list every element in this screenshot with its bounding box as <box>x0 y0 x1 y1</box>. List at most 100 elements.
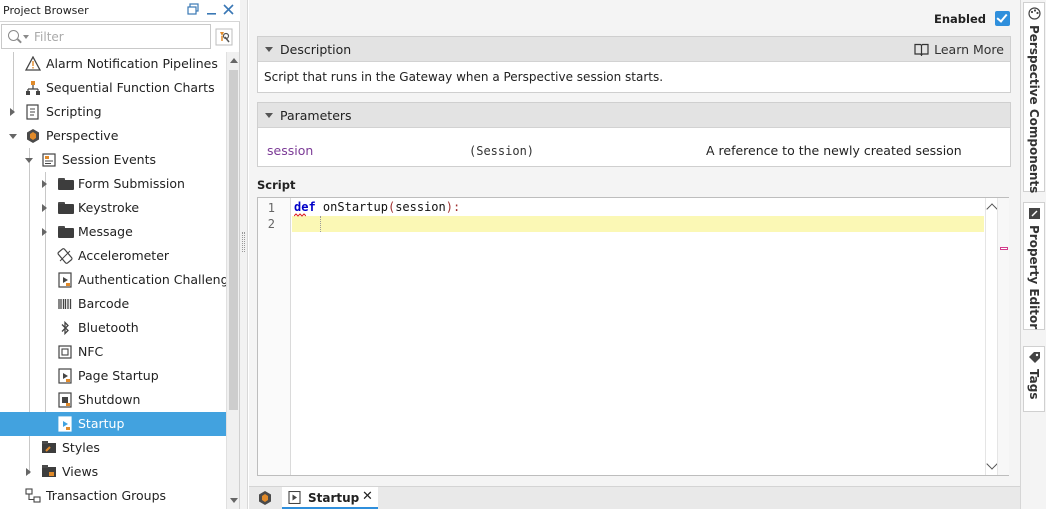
filter-field[interactable] <box>1 24 211 49</box>
folder-icon <box>58 226 74 238</box>
chevron-down-icon[interactable] <box>23 35 29 39</box>
tree-item-shutdown[interactable]: Shutdown <box>0 388 226 412</box>
scroll-up-icon[interactable] <box>230 58 238 63</box>
description-section: Description Learn More Script that runs … <box>257 36 1011 93</box>
code-function-name: onStartup <box>322 200 388 214</box>
tree-item-views[interactable]: Views <box>0 460 226 484</box>
tree-item-sequential-function-charts[interactable]: Sequential Function Charts <box>0 76 226 100</box>
tree-item-label: Startup <box>78 416 125 431</box>
tree-item-session-events[interactable]: Session Events <box>0 148 226 172</box>
line-number: 2 <box>267 217 275 231</box>
project-browser-header: Project Browser <box>0 0 240 22</box>
collapse-icon[interactable] <box>25 158 33 163</box>
transaction-groups-icon <box>25 488 41 504</box>
palette-icon <box>1028 7 1041 20</box>
project-tree: Alarm Notification Pipelines Sequential … <box>0 52 226 509</box>
parameters-header[interactable]: Parameters <box>258 103 1010 128</box>
search-icon <box>8 30 19 41</box>
tree-item-label: Alarm Notification Pipelines <box>46 56 218 71</box>
tree-item-bluetooth[interactable]: Bluetooth <box>0 316 226 340</box>
bluetooth-icon <box>57 320 73 336</box>
project-browser-title: Project Browser <box>3 4 89 17</box>
code-text-area[interactable]: def onStartup(session): <box>292 198 984 475</box>
dock-tab-label: Property Editor <box>1027 225 1041 330</box>
float-panel-icon[interactable] <box>186 3 201 18</box>
tree-item-perspective[interactable]: Perspective <box>0 124 226 148</box>
filter-input[interactable] <box>34 29 204 45</box>
close-tab-icon[interactable]: ✕ <box>362 489 373 504</box>
scroll-down-icon[interactable] <box>986 458 998 470</box>
expand-icon[interactable] <box>10 108 15 116</box>
expand-icon[interactable] <box>42 204 47 212</box>
tree-item-label: Transaction Groups <box>46 488 167 503</box>
tree-item-label: Page Startup <box>78 368 159 383</box>
script-label: Script <box>257 178 296 192</box>
editor-scrollbar[interactable] <box>985 198 998 475</box>
tree-item-startup[interactable]: Startup <box>0 412 226 436</box>
code-editor[interactable]: 1 2 def onStartup(session): <box>257 197 1009 476</box>
line-number-gutter: 1 2 <box>258 198 291 475</box>
parameter-type: (Session) <box>469 144 535 158</box>
folder-icon <box>58 202 74 214</box>
learn-more-label: Learn More <box>934 42 1004 57</box>
description-header[interactable]: Description Learn More <box>258 37 1010 62</box>
minimize-panel-icon[interactable] <box>204 3 219 18</box>
expand-icon[interactable] <box>26 468 31 476</box>
code-param: session <box>395 200 446 214</box>
dock-tab-tags[interactable]: Tags <box>1023 346 1045 412</box>
folder-icon <box>58 178 74 190</box>
splitter-grip-icon[interactable] <box>242 232 245 252</box>
line-number: 1 <box>267 201 275 215</box>
tree-item-nfc[interactable]: NFC <box>0 340 226 364</box>
collapse-icon[interactable] <box>265 47 273 52</box>
enabled-toggle[interactable]: Enabled <box>920 10 1010 28</box>
sfc-icon <box>25 80 41 96</box>
collapse-icon[interactable] <box>265 113 273 118</box>
tree-item-keystroke[interactable]: Keystroke <box>0 196 226 220</box>
book-icon <box>914 43 929 56</box>
tree-item-styles[interactable]: Styles <box>0 436 226 460</box>
tree-item-authentication-challenge[interactable]: Authentication Challenge <box>0 268 226 292</box>
close-panel-icon[interactable] <box>221 3 236 18</box>
scroll-down-icon[interactable] <box>230 498 238 503</box>
expand-icon[interactable] <box>42 180 47 188</box>
scroll-up-icon[interactable] <box>986 203 998 215</box>
learn-more-link[interactable]: Learn More <box>914 42 1004 57</box>
collapse-icon[interactable] <box>9 134 17 139</box>
dock-tab-perspective-components[interactable]: Perspective Components <box>1023 2 1045 193</box>
expand-icon[interactable] <box>42 228 47 236</box>
error-marker[interactable] <box>1000 247 1008 250</box>
tree-item-label: Accelerometer <box>78 248 170 263</box>
tree-item-alarm-notification-pipelines[interactable]: Alarm Notification Pipelines <box>0 52 226 76</box>
script-icon <box>288 491 301 504</box>
tree-item-label: Scripting <box>46 104 102 119</box>
tree-item-barcode[interactable]: Barcode <box>0 292 226 316</box>
script-icon <box>57 272 73 288</box>
filter-options-button[interactable] <box>214 27 234 47</box>
panel-splitter[interactable] <box>240 0 248 509</box>
editor-tab-bar: Startup ✕ <box>249 486 1020 509</box>
scrollbar-thumb[interactable] <box>229 70 238 410</box>
tab-startup[interactable]: Startup ✕ <box>282 487 378 509</box>
tree-item-form-submission[interactable]: Form Submission <box>0 172 226 196</box>
dock-tab-property-editor[interactable]: Property Editor <box>1023 202 1045 330</box>
tree-item-message[interactable]: Message <box>0 220 226 244</box>
enabled-checkbox[interactable] <box>995 11 1010 26</box>
tree-item-page-startup[interactable]: Page Startup <box>0 364 226 388</box>
right-dock: Perspective Components Property Editor T… <box>1020 0 1046 509</box>
tree-scrollbar[interactable] <box>226 52 239 509</box>
script-icon <box>57 368 73 384</box>
tree-item-label: Barcode <box>78 296 130 311</box>
nfc-icon <box>57 344 73 360</box>
tree-item-label: Keystroke <box>78 200 140 215</box>
code-line: def onStartup(session): <box>294 200 460 214</box>
tree-item-label: Styles <box>62 440 100 455</box>
enabled-label: Enabled <box>933 12 986 26</box>
code-keyword: def <box>294 200 316 214</box>
tree-item-scripting[interactable]: Scripting <box>0 100 226 124</box>
perspective-home-tab[interactable] <box>257 490 273 506</box>
tree-item-accelerometer[interactable]: Accelerometer <box>0 244 226 268</box>
styles-icon <box>41 440 57 456</box>
tree-item-label: Form Submission <box>78 176 185 191</box>
tree-item-transaction-groups[interactable]: Transaction Groups <box>0 484 226 508</box>
